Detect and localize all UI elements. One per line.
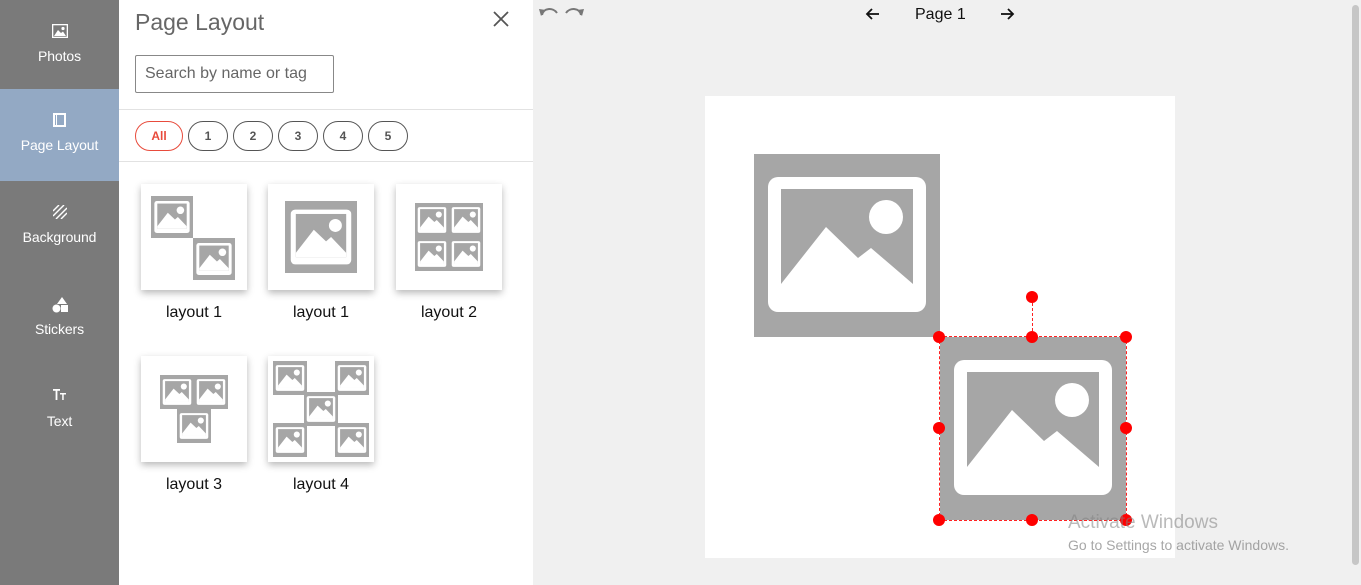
nav-item-text[interactable]: Text <box>0 365 119 457</box>
photo-placeholder-1[interactable] <box>754 154 940 337</box>
resize-handle-bottom[interactable] <box>1026 514 1038 526</box>
filter-chip-5[interactable]: 5 <box>368 121 408 151</box>
resize-handle-top[interactable] <box>1026 331 1038 343</box>
nav-item-background[interactable]: Background <box>0 181 119 273</box>
nav-item-page-layout[interactable]: Page Layout <box>0 89 119 181</box>
nav-label: Background <box>22 229 97 245</box>
nav-label: Page Layout <box>20 137 99 153</box>
resize-handle-top-left[interactable] <box>933 331 945 343</box>
left-nav: Photos Page Layout Background Stickers T… <box>0 0 119 585</box>
filter-chip-4[interactable]: 4 <box>323 121 363 151</box>
pattern-icon <box>0 205 119 221</box>
layout-preview <box>285 201 357 273</box>
layout-label: layout 4 <box>292 476 350 493</box>
layout-label: layout 1 <box>165 304 223 321</box>
nav-label: Stickers <box>35 321 84 337</box>
layout-preview <box>273 361 369 457</box>
filter-chip-3[interactable]: 3 <box>278 121 318 151</box>
filter-chip-1[interactable]: 1 <box>188 121 228 151</box>
resize-handle-top-right[interactable] <box>1120 331 1132 343</box>
scrollbar-thumb[interactable] <box>1352 5 1359 565</box>
rotate-handle[interactable] <box>1026 291 1038 303</box>
nav-item-photos[interactable]: Photos <box>0 0 119 92</box>
text-icon <box>0 389 119 405</box>
resize-handle-right[interactable] <box>1120 422 1132 434</box>
resize-handle-bottom-left[interactable] <box>933 514 945 526</box>
close-icon[interactable] <box>491 9 511 29</box>
layout-label: layout 3 <box>165 476 223 493</box>
vertical-scrollbar[interactable] <box>1350 0 1361 585</box>
filter-chip-all[interactable]: All <box>135 121 183 151</box>
resize-handle-left[interactable] <box>933 422 945 434</box>
layout-preview <box>160 375 228 443</box>
filter-chips: All 1 2 3 4 5 <box>135 121 408 151</box>
nav-item-stickers[interactable]: Stickers <box>0 273 119 365</box>
redo-icon[interactable] <box>563 4 585 25</box>
layout-preview <box>415 203 483 271</box>
layout-preview <box>151 196 235 280</box>
next-page-arrow-icon[interactable] <box>999 6 1015 27</box>
activate-windows-title: Activate Windows <box>1068 512 1218 533</box>
layout-thumb-2[interactable] <box>396 184 502 290</box>
selection-frame <box>939 336 1127 521</box>
layout-thumb-4[interactable] <box>268 356 374 462</box>
activate-windows-subtitle: Go to Settings to activate Windows. <box>1068 537 1289 553</box>
layout-thumb-3[interactable] <box>141 356 247 462</box>
image-icon <box>0 24 119 40</box>
divider <box>119 109 533 110</box>
undo-icon[interactable] <box>538 4 560 25</box>
nav-label: Text <box>46 413 73 429</box>
layout-label: layout 1 <box>292 304 350 321</box>
divider <box>119 161 533 162</box>
page-label: Page 1 <box>915 6 966 23</box>
nav-label: Photos <box>38 48 81 64</box>
layout-label: layout 2 <box>420 304 478 321</box>
shapes-icon <box>0 297 119 313</box>
layout-thumb-1b[interactable] <box>268 184 374 290</box>
layout-panel: Page Layout All 1 2 3 4 5 layout 1 layou… <box>119 0 533 585</box>
search-input[interactable] <box>135 55 334 93</box>
prev-page-arrow-icon[interactable] <box>865 6 881 27</box>
panel-title: Page Layout <box>135 9 265 35</box>
layout-icon <box>0 113 119 129</box>
filter-chip-2[interactable]: 2 <box>233 121 273 151</box>
layout-thumb-1a[interactable] <box>141 184 247 290</box>
